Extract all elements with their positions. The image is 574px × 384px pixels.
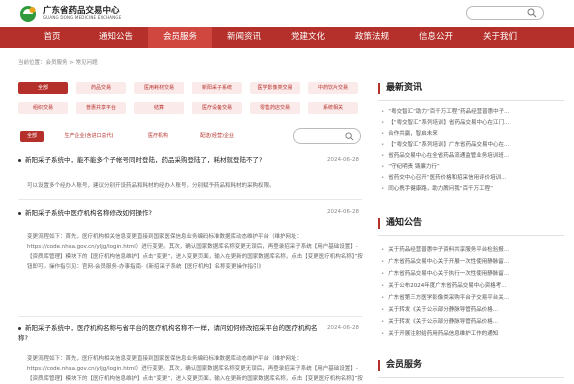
logo-icon[interactable] [19, 5, 39, 23]
notice-item[interactable]: • 广东省药品交易中心关于开展一次性使用静脉留... [381, 258, 564, 267]
category-settlement[interactable]: 结算 [134, 102, 184, 114]
faq-search-input[interactable] [293, 128, 361, 144]
notice-item[interactable]: • 关于转发《关于公示部分静脉导管药品价格... [381, 306, 564, 315]
news-item[interactable]: • 【“粤交智汇”系列培训】广东省药品交易中心在... [381, 141, 564, 150]
nav-item-home[interactable]: 首页 [20, 27, 84, 48]
category-consumables[interactable]: 医用耗材交易 [134, 82, 184, 94]
category-herbal[interactable]: 中药饮片交易 [308, 82, 358, 94]
bullet-icon [18, 158, 21, 162]
site-header: 广东省药品交易中心 GUANG DONG MEDICINE EXCHANGE [0, 0, 574, 27]
member-services-heading: 会员服务 [378, 360, 422, 371]
nav-item-policies[interactable]: 政策法规 [340, 27, 404, 48]
category-new-procurement[interactable]: 新阳采子系统 [192, 82, 242, 94]
page: 广东省药品交易中心 GUANG DONG MEDICINE EXCHANGE 首… [0, 0, 574, 384]
notice-item[interactable]: • 关于转发《关于公示部分静脉导管药品价格... [381, 318, 564, 327]
notice-item[interactable]: • 广东省药品交易中心关于执行一次性使用静脉留... [381, 270, 564, 279]
search-icon[interactable] [527, 8, 537, 18]
faq-answer: 可以设置多个经办人账号，建议分别开设药品和耗材的经办人账号，分别赋予药品和耗材的… [27, 183, 275, 189]
bullet-icon [18, 211, 21, 215]
header-search-input[interactable] [466, 6, 544, 20]
category-imaging[interactable]: 医学影像类交易 [250, 82, 300, 94]
divider [18, 316, 362, 317]
filter-distributor[interactable]: 配送(经营)企业 [192, 131, 242, 142]
faq-answer: 变更流程如下：首先，医疗机构相关信息变更直接到国家医保信息业务编码标准数据库动态… [27, 356, 363, 382]
divider [378, 100, 564, 101]
main-nav: 首页 通知公告 会员服务 新闻资讯 党建文化 政策法规 信息公开 关于我们 [0, 27, 574, 48]
divider [18, 199, 362, 200]
faq-question[interactable]: 新阳采子系统中医疗机构名称修改如何操作? [18, 208, 318, 218]
category-equipment[interactable]: 医疗设备交易 [192, 102, 242, 114]
divider [378, 377, 564, 378]
nav-item-notices[interactable]: 通知公告 [84, 27, 148, 48]
nav-item-news[interactable]: 新闻资讯 [212, 27, 276, 48]
category-system[interactable]: 系统相关 [308, 102, 358, 114]
divider [378, 235, 564, 236]
filter-manufacturer[interactable]: 生产企业(含进口总代) [56, 131, 122, 142]
news-item[interactable]: • 省药品交易中心在全省药品流通监管业务培训班... [381, 152, 564, 161]
news-item[interactable]: • 同心携手健康路，助力脾问我“百千万工程” [381, 185, 564, 194]
nav-item-member-services[interactable]: 会员服务 [148, 27, 212, 48]
bullet-icon [18, 326, 21, 330]
notice-item[interactable]: • 关于药品经营普惠中子资料共享服务平台检验报... [381, 246, 564, 255]
search-icon[interactable] [345, 132, 354, 141]
category-sharing-platform[interactable]: 普惠共享平台 [76, 102, 126, 114]
breadcrumb: 当前位置：会员服务 > 常见问题 [18, 60, 98, 66]
faq-date: 2024-06-28 [327, 157, 359, 163]
site-subtitle: GUANG DONG MEDICINE EXCHANGE [43, 15, 122, 20]
category-drug-trading[interactable]: 药品交易 [76, 82, 126, 94]
filter-all[interactable]: 全部 [20, 131, 44, 142]
faq-date: 2024-06-28 [327, 325, 359, 331]
nav-item-party-culture[interactable]: 党建文化 [276, 27, 340, 48]
faq-question[interactable]: 新阳采子系统中，医疗机构名称与省平台的医疗机构名称不一样，请问如何修改招采平台的… [18, 323, 318, 343]
notice-item[interactable]: • 关于开展注射给药用药品信息维护工作的通知 [381, 330, 564, 339]
category-all[interactable]: 全部 [18, 82, 68, 94]
category-organized[interactable]: 组织交易 [18, 102, 68, 114]
news-item[interactable]: • 合作共赢，智启未来 [381, 130, 564, 139]
filter-medical-institution[interactable]: 医疗机构 [138, 131, 178, 142]
faq-date: 2024-06-28 [327, 209, 359, 215]
notice-item[interactable]: • 关于公布2024年度广东省药品交易中心资格考... [381, 282, 564, 291]
faq-question[interactable]: 新阳采子系统中，能不能多个子帐号同时登陆，药品采购登陆了，耗材就登陆不了? [18, 155, 318, 165]
notice-heading: 通知公告 [378, 218, 422, 229]
category-retail[interactable]: 零售药店交易 [250, 102, 300, 114]
nav-item-disclosure[interactable]: 信息公开 [404, 27, 468, 48]
nav-item-about[interactable]: 关于我们 [468, 27, 532, 48]
latest-news-heading: 最新资讯 [378, 83, 422, 94]
notice-item[interactable]: • 广东省第三方医学影像类采购平台子交易平台关... [381, 294, 564, 303]
news-item[interactable]: • “粤交智汇”助力“百千万工程”药品经营普惠中子... [381, 108, 564, 117]
faq-answer: 变更流程如下：首先，医疗机构相关信息变更直接到国家医保信息业务编码标准数据库动态… [27, 234, 363, 270]
news-item[interactable]: • 【“粤交智汇”系列培训】省药品交易中心在江门... [381, 119, 564, 128]
news-item[interactable]: • 省药交中心召开“医药价格和招采信用评价培训... [381, 174, 564, 183]
news-item[interactable]: • “守纪明责 铸廉力行” [381, 163, 564, 172]
